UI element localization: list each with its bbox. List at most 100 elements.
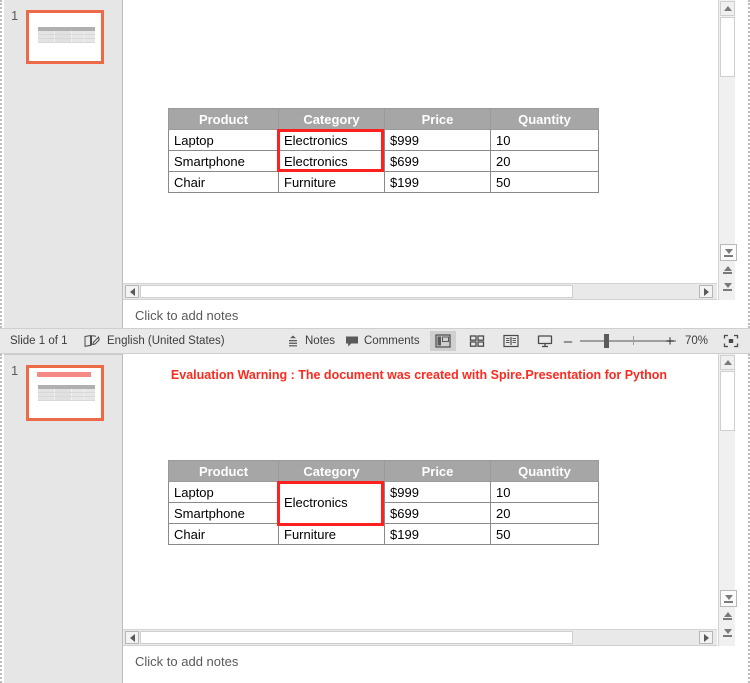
slide-top[interactable]: Product Category Price Quantity Laptop E… [123, 2, 715, 280]
cell-price[interactable]: $999 [384, 129, 491, 151]
horizontal-scroll-thumb[interactable] [140, 285, 573, 298]
horizontal-scrollbar-bottom[interactable] [123, 629, 717, 645]
next-slide-button[interactable] [720, 625, 735, 640]
cell-category-merged[interactable]: Electronics [278, 481, 385, 524]
previous-slide-button[interactable] [720, 262, 735, 277]
bar-line-icon [723, 634, 732, 637]
fit-slide-to-window-button[interactable] [718, 331, 744, 351]
cell-category[interactable]: Electronics [278, 129, 385, 151]
normal-view-icon [435, 334, 451, 348]
language-label[interactable]: English (United States) [107, 329, 225, 353]
fit-to-window-icon [723, 334, 739, 348]
column-header-price: Price [384, 460, 491, 482]
triangle-up-icon [723, 6, 732, 11]
notes-icon [289, 335, 297, 347]
horizontal-scrollbar-top[interactable] [123, 283, 717, 299]
zoom-slider-handle[interactable] [604, 334, 609, 348]
cell-quantity[interactable]: 10 [490, 129, 599, 151]
table-header-row: Product Category Price Quantity [168, 460, 599, 482]
view-button-slideshow[interactable] [532, 331, 558, 351]
spellcheck-icon[interactable] [84, 329, 100, 353]
zoom-percentage-label[interactable]: 70% [685, 329, 708, 353]
slide-thumbnail-rail-top[interactable]: 1 [4, 0, 122, 328]
notes-placeholder-top[interactable]: Click to add notes [135, 308, 238, 323]
slide-editor-panel-top: 1 Product Category Price Quantity Laptop… [0, 0, 750, 328]
next-slide-button[interactable] [720, 279, 735, 294]
vertical-scroll-thumb[interactable] [720, 17, 735, 77]
scroll-left-button[interactable] [125, 285, 139, 298]
scroll-down-button[interactable] [720, 590, 737, 607]
slide-number-label: 1 [11, 8, 19, 23]
notes-placeholder-bottom[interactable]: Click to add notes [135, 654, 238, 669]
scroll-left-button[interactable] [125, 631, 139, 644]
view-button-reading[interactable] [498, 331, 524, 351]
cell-price[interactable]: $199 [384, 171, 491, 193]
product-table-top[interactable]: Product Category Price Quantity Laptop E… [168, 108, 599, 193]
vertical-scrollbar-top[interactable] [718, 0, 737, 300]
cell-product[interactable]: Smartphone [168, 502, 279, 524]
notes-pane-top[interactable]: Click to add notes [123, 299, 717, 328]
slide-indicator[interactable]: Slide 1 of 1 [10, 329, 68, 353]
cell-category[interactable]: Electronics [278, 150, 385, 172]
status-bar: Slide 1 of 1 English (United States) Not… [0, 328, 750, 354]
scroll-up-button[interactable] [720, 1, 735, 16]
cell-quantity[interactable]: 50 [490, 523, 599, 545]
scroll-down-button[interactable] [720, 244, 737, 261]
slideshow-icon [537, 335, 553, 348]
zoom-slider-track[interactable] [580, 340, 676, 342]
cell-quantity[interactable]: 50 [490, 171, 599, 193]
bar-line-icon [724, 254, 733, 257]
table-row[interactable]: Laptop Electronics $999 10 [168, 129, 599, 151]
product-table-bottom[interactable]: Product Category Price Quantity Laptop E… [168, 460, 599, 545]
zoom-out-button[interactable]: – [562, 329, 574, 353]
bar-line-icon [723, 617, 732, 620]
cell-quantity[interactable]: 20 [490, 502, 599, 524]
comments-label: Comments [364, 335, 420, 347]
scroll-right-button[interactable] [699, 631, 713, 644]
view-button-normal[interactable] [430, 331, 456, 351]
bar-line-icon [723, 288, 732, 291]
cell-price[interactable]: $699 [384, 150, 491, 172]
cell-product[interactable]: Laptop [168, 481, 279, 503]
vertical-scrollbar-bottom[interactable] [718, 354, 737, 646]
cell-price[interactable]: $199 [384, 523, 491, 545]
comments-button[interactable]: Comments [345, 329, 420, 353]
thumbnail-table-preview [38, 27, 95, 43]
triangle-down-icon [724, 248, 733, 254]
cell-price[interactable]: $699 [384, 502, 491, 524]
previous-slide-button[interactable] [720, 608, 735, 623]
slide-thumbnail-top[interactable] [26, 10, 104, 64]
slide-canvas-area-bottom[interactable]: Evaluation Warning : The document was cr… [123, 354, 717, 628]
notes-pane-bottom[interactable]: Click to add notes [123, 645, 717, 682]
slide-bottom[interactable]: Evaluation Warning : The document was cr… [123, 356, 715, 626]
slide-thumbnail-rail-bottom[interactable]: 1 [4, 354, 122, 683]
cell-category[interactable]: Furniture [278, 171, 385, 193]
cell-product[interactable]: Laptop [168, 129, 279, 151]
triangle-down-icon [723, 628, 732, 634]
cell-quantity[interactable]: 20 [490, 150, 599, 172]
notes-button[interactable]: Notes [286, 329, 335, 353]
horizontal-scroll-thumb[interactable] [140, 631, 573, 644]
comment-icon [346, 336, 358, 347]
scroll-up-button[interactable] [720, 355, 735, 370]
slide-thumbnail-bottom[interactable] [26, 365, 104, 421]
cell-product[interactable]: Chair [168, 171, 279, 193]
table-row[interactable]: Smartphone Electronics $699 20 [168, 150, 599, 172]
cell-category[interactable]: Furniture [278, 523, 385, 545]
slide-canvas-area-top[interactable]: Product Category Price Quantity Laptop E… [123, 0, 717, 282]
cell-quantity[interactable]: 10 [490, 481, 599, 503]
slide-editor-panel-bottom: 1 Evaluation Warning : The document was … [0, 354, 750, 683]
vertical-scroll-thumb[interactable] [720, 371, 735, 431]
table-row[interactable]: Chair Furniture $199 50 [168, 171, 599, 193]
table-row[interactable]: Chair Furniture $199 50 [168, 523, 599, 545]
cell-product[interactable]: Chair [168, 523, 279, 545]
view-button-slide-sorter[interactable] [464, 331, 490, 351]
scroll-right-button[interactable] [699, 285, 713, 298]
cell-product[interactable]: Smartphone [168, 150, 279, 172]
cell-price[interactable]: $999 [384, 481, 491, 503]
table-row[interactable]: Laptop Electronics $999 10 [168, 481, 599, 524]
zoom-in-button[interactable]: + [664, 329, 676, 353]
triangle-up-icon [723, 360, 732, 365]
table-header-row: Product Category Price Quantity [168, 108, 599, 130]
evaluation-warning-text: Evaluation Warning : The document was cr… [170, 368, 668, 382]
